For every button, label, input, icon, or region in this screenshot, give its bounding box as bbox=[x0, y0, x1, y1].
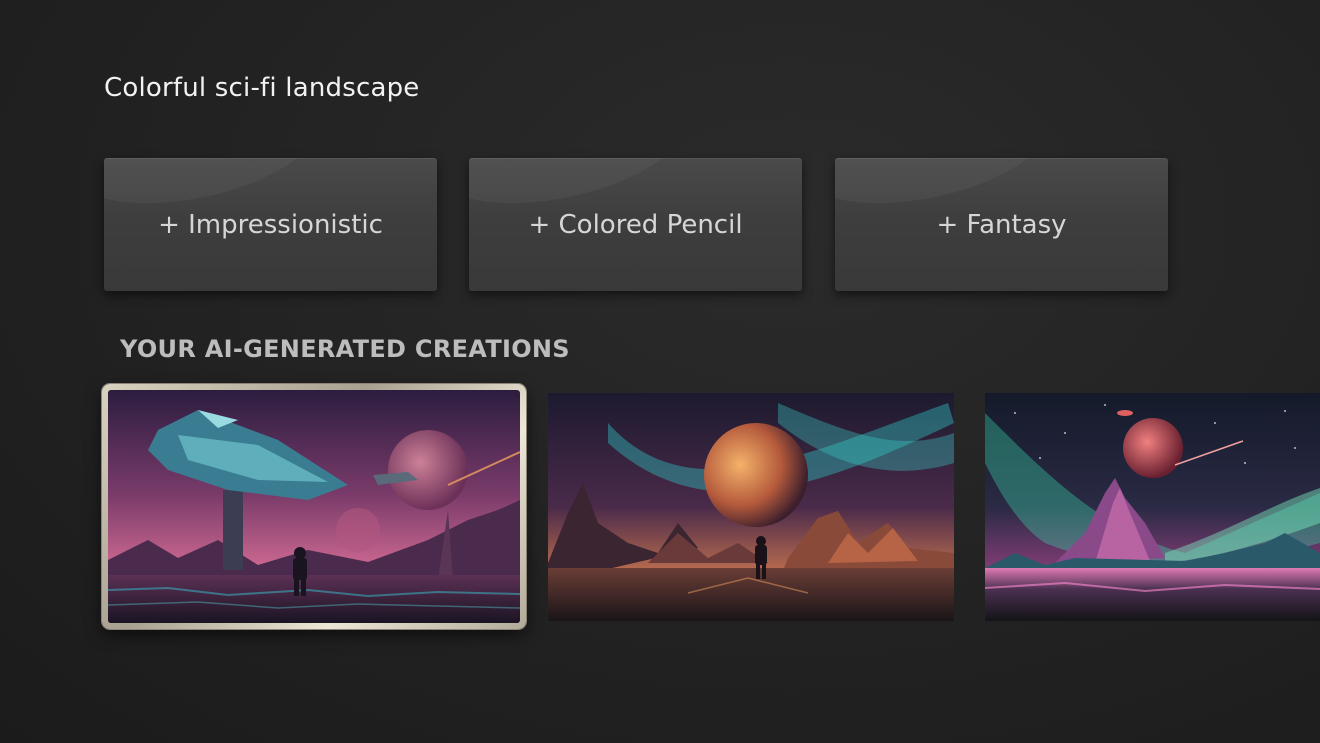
style-chip-label: + Fantasy bbox=[936, 209, 1067, 240]
creations-carousel bbox=[0, 383, 1320, 633]
style-chip-impressionistic[interactable]: + Impressionistic bbox=[104, 158, 437, 291]
creation-thumbnail[interactable] bbox=[985, 393, 1320, 621]
style-chip-colored-pencil[interactable]: + Colored Pencil bbox=[469, 158, 802, 291]
style-chip-fantasy[interactable]: + Fantasy bbox=[835, 158, 1168, 291]
prompt-title: Colorful sci-fi landscape bbox=[104, 73, 420, 103]
style-chip-label: + Colored Pencil bbox=[528, 209, 743, 240]
planet-mountains-image bbox=[548, 393, 954, 621]
creation-thumbnail[interactable] bbox=[548, 393, 954, 621]
style-chip-label: + Impressionistic bbox=[158, 209, 383, 240]
spaceship-landscape-image bbox=[108, 390, 520, 623]
creation-thumbnail-selected[interactable] bbox=[102, 384, 526, 629]
aurora-crystal-peaks-image bbox=[985, 393, 1320, 621]
creations-heading: YOUR AI-GENERATED CREATIONS bbox=[120, 335, 570, 363]
